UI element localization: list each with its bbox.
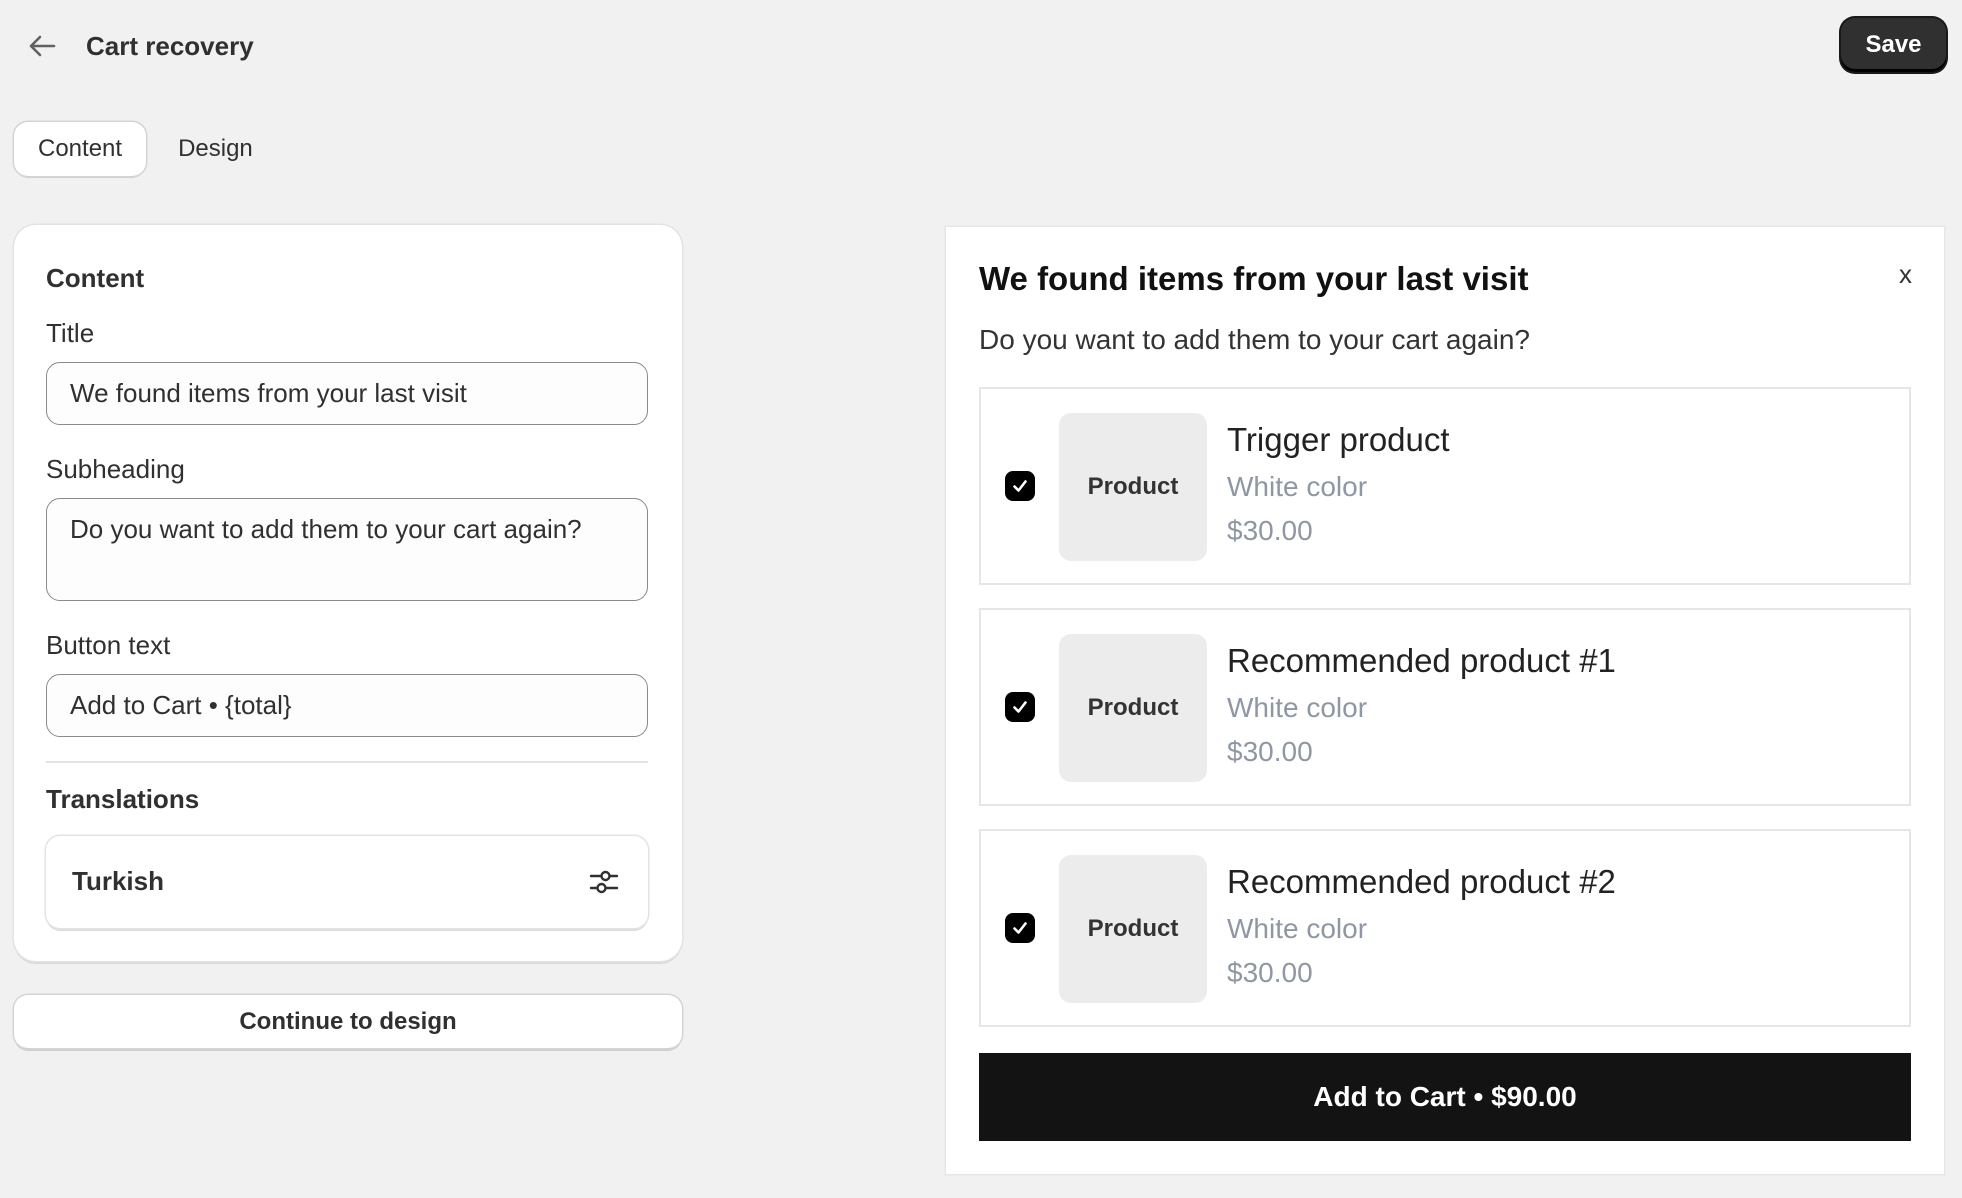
product-price: $30.00 — [1227, 736, 1313, 767]
product-checkbox[interactable] — [1005, 913, 1035, 943]
checkmark-icon — [1013, 480, 1027, 492]
popup-preview: We found items from your last visit x Do… — [946, 227, 1944, 1174]
title-input[interactable] — [46, 362, 648, 425]
product-name: Trigger product — [1227, 421, 1450, 458]
product-image: Product — [1059, 634, 1207, 782]
title-label: Title — [46, 318, 95, 348]
product-name: Recommended product #2 — [1227, 863, 1616, 900]
continue-to-design-button[interactable]: Continue to design — [14, 995, 682, 1048]
preview-subtitle: Do you want to add them to your cart aga… — [979, 324, 1530, 355]
sliders-icon — [589, 870, 619, 894]
tab-bar: Content Design — [14, 122, 277, 178]
product-image: Product — [1059, 413, 1207, 561]
product-price: $30.00 — [1227, 957, 1313, 988]
tab-design[interactable]: Design — [154, 122, 277, 176]
subheading-input[interactable]: Do you want to add them to your cart aga… — [46, 498, 648, 601]
button-text-label: Button text — [46, 630, 171, 660]
translation-settings-button[interactable] — [588, 866, 620, 898]
product-name: Recommended product #1 — [1227, 642, 1616, 679]
preview-title: We found items from your last visit — [979, 260, 1529, 297]
checkmark-icon — [1013, 922, 1027, 934]
product-checkbox[interactable] — [1005, 692, 1035, 722]
translation-item[interactable]: Turkish — [46, 836, 648, 928]
page-title: Cart recovery — [86, 31, 254, 61]
product-image: Product — [1059, 855, 1207, 1003]
product-checkbox[interactable] — [1005, 471, 1035, 501]
arrow-left-icon — [29, 35, 56, 57]
product-card: Product Recommended product #1 White col… — [979, 608, 1911, 806]
subheading-label: Subheading — [46, 454, 185, 484]
translations-heading: Translations — [46, 784, 200, 814]
back-button[interactable] — [24, 28, 60, 64]
close-icon[interactable]: x — [1899, 259, 1912, 290]
tab-content[interactable]: Content — [14, 122, 147, 176]
button-text-input[interactable] — [46, 674, 648, 737]
divider — [46, 761, 648, 763]
checkmark-icon — [1013, 701, 1027, 713]
save-button[interactable]: Save — [1841, 18, 1946, 72]
content-card-heading: Content — [46, 263, 145, 293]
product-variant: White color — [1227, 913, 1368, 944]
product-price: $30.00 — [1227, 515, 1313, 546]
product-card: Product Trigger product White color $30.… — [979, 387, 1911, 585]
translation-language: Turkish — [72, 866, 164, 896]
product-card: Product Recommended product #2 White col… — [979, 829, 1911, 1027]
add-to-cart-button[interactable]: Add to Cart • $90.00 — [979, 1053, 1911, 1141]
product-variant: White color — [1227, 692, 1368, 723]
content-card: Content Title Subheading Do you want to … — [14, 225, 682, 961]
product-variant: White color — [1227, 471, 1368, 502]
top-bar: Cart recovery Save — [0, 0, 1962, 90]
